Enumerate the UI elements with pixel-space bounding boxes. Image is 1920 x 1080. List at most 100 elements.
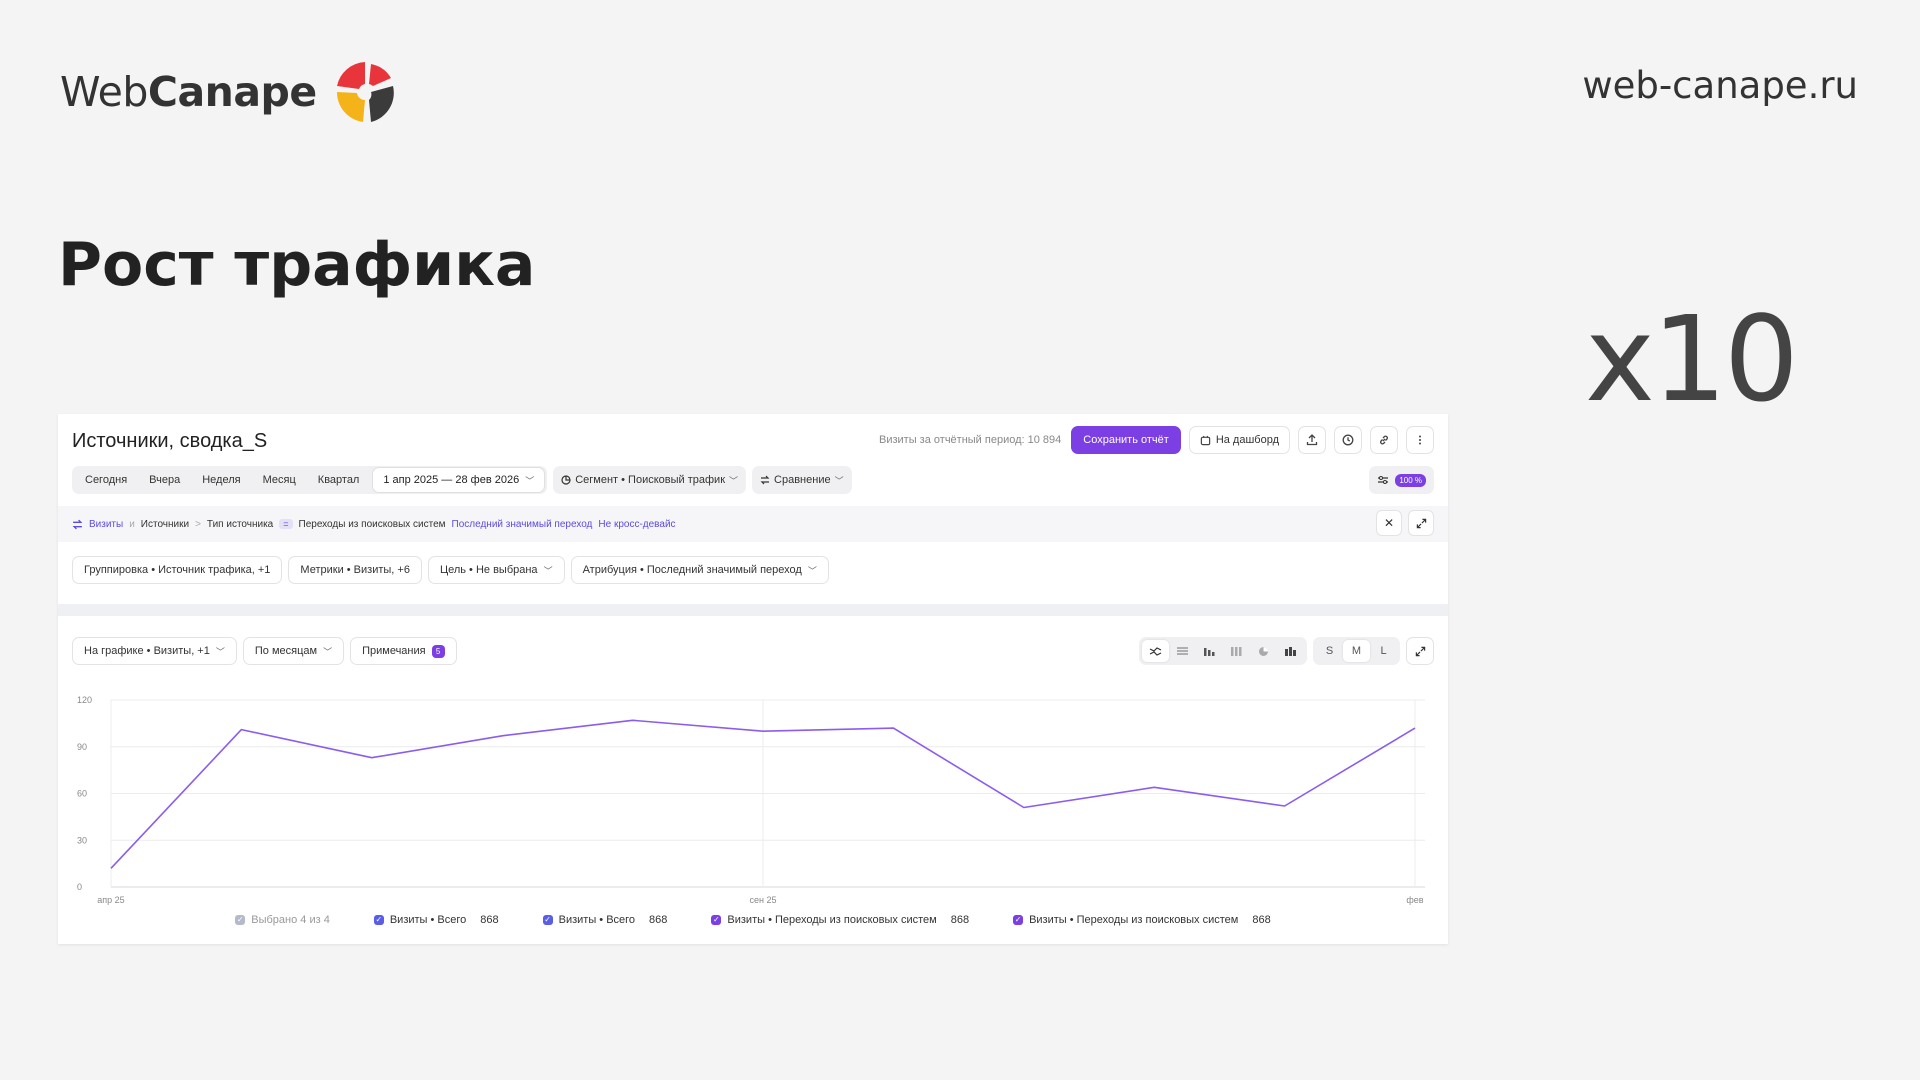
checkbox-icon: ✓ xyxy=(373,915,384,925)
legend-label: Визиты • Всего xyxy=(558,914,636,926)
chart-type-pie[interactable] xyxy=(1250,640,1277,662)
logo-text-canape: Canape xyxy=(147,68,317,116)
period-row: Сегодня Вчера Неделя Месяц Квартал 1 апр… xyxy=(72,466,852,494)
history-button[interactable] xyxy=(1334,426,1362,454)
size-l-button[interactable]: L xyxy=(1370,640,1397,662)
period-yesterday[interactable]: Вчера xyxy=(138,474,191,486)
expand-icon xyxy=(1416,518,1426,528)
bar-chart-icon xyxy=(1204,647,1215,656)
save-report-button[interactable]: Сохранить отчёт xyxy=(1071,426,1181,454)
chevron-down-icon: ﹀ xyxy=(543,565,553,576)
date-range-picker[interactable]: 1 апр 2025 — 28 фев 2026 ﹀ xyxy=(372,467,546,493)
breadcrumb-visits[interactable]: Визиты xyxy=(89,519,123,530)
logo-wordmark: WebCanape xyxy=(60,68,317,116)
site-url: web-canape.ru xyxy=(1582,64,1858,107)
date-range-label: 1 апр 2025 — 28 фев 2026 xyxy=(383,474,520,486)
legend-item[interactable]: ✓ Визиты • Переходы из поисковых систем … xyxy=(711,914,969,926)
breadcrumb-device[interactable]: Не кросс-девайс xyxy=(598,519,675,530)
chart-legend: ✓ Выбрано 4 из 4 ✓ Визиты • Всего 868 ✓ … xyxy=(58,914,1448,926)
report-settings-row: Группировка • Источник трафика, +1 Метри… xyxy=(72,556,829,584)
grouping-selector[interactable]: Группировка • Источник трафика, +1 xyxy=(72,556,283,584)
segment-selector[interactable]: Сегмент • Поисковый трафик ﹀ xyxy=(553,466,747,494)
y-tick-label: 60 xyxy=(77,789,87,799)
visits-note: Визиты за отчётный период: 10 894 xyxy=(879,434,1062,446)
goal-selector[interactable]: Цель • Не выбрана ﹀ xyxy=(427,556,565,584)
copy-link-button[interactable] xyxy=(1370,426,1398,454)
expand-filter-button[interactable] xyxy=(1408,510,1434,536)
compare-icon xyxy=(760,475,770,485)
legend-item[interactable]: ✓ Визиты • Всего 868 xyxy=(542,914,667,926)
dashboard-icon xyxy=(1200,435,1211,445)
breadcrumb-attribution[interactable]: Последний значимый переход xyxy=(452,519,593,530)
more-button[interactable] xyxy=(1406,426,1434,454)
size-m-button[interactable]: M xyxy=(1343,640,1370,662)
export-button[interactable] xyxy=(1298,426,1326,454)
legend-value: 868 xyxy=(480,914,499,926)
breadcrumb-actions: ✕ xyxy=(1376,510,1434,536)
sampling-settings[interactable]: 100 % xyxy=(1369,466,1434,494)
chart-metrics-selector[interactable]: На графике • Визиты, +1 ﹀ xyxy=(72,637,237,665)
period-month[interactable]: Месяц xyxy=(252,474,307,486)
breadcrumb-value: Переходы из поисковых систем xyxy=(298,518,446,530)
size-s-button[interactable]: S xyxy=(1316,640,1343,662)
sampling-badge: 100 % xyxy=(1395,473,1426,487)
detail-period-label: По месяцам xyxy=(254,645,318,657)
y-tick-label: 0 xyxy=(77,882,82,892)
sliders-icon xyxy=(1378,476,1389,484)
logo-mark-icon xyxy=(336,62,394,122)
breadcrumb-equals: = xyxy=(279,519,293,529)
chart-size-group: S M L xyxy=(1313,637,1400,665)
chart-type-group xyxy=(1139,637,1307,665)
breadcrumb-source-type[interactable]: Тип источника xyxy=(207,519,273,530)
segment-label: Сегмент • Поисковый трафик xyxy=(575,474,726,486)
checkbox-icon: ✓ xyxy=(235,915,246,925)
legend-item[interactable]: ✓ Визиты • Всего 868 xyxy=(373,914,499,926)
notes-button[interactable]: Примечания 5 xyxy=(350,637,457,665)
y-tick-label: 30 xyxy=(77,835,87,845)
chart-type-area[interactable] xyxy=(1169,640,1196,662)
breadcrumb-sources[interactable]: Источники xyxy=(141,519,189,530)
chart-controls: На графике • Визиты, +1 ﹀ По месяцам ﹀ П… xyxy=(72,637,457,665)
chart-type-line[interactable] xyxy=(1142,640,1169,662)
period-quarter[interactable]: Квартал xyxy=(307,474,371,486)
attribution-selector[interactable]: Атрибуция • Последний значимый переход ﹀ xyxy=(570,556,829,584)
legend-label: Визиты • Переходы из поисковых систем xyxy=(1029,914,1239,926)
breadcrumb-conjunction: и xyxy=(129,518,135,530)
report-panel: Источники, сводка_S Визиты за отчётный п… xyxy=(58,414,1448,944)
metrics-selector[interactable]: Метрики • Визиты, +6 xyxy=(288,556,422,584)
chart-type-stacked[interactable] xyxy=(1223,640,1250,662)
upload-icon xyxy=(1306,434,1318,446)
detail-period-selector[interactable]: По месяцам ﹀ xyxy=(242,637,345,665)
notes-counter: 5 xyxy=(431,644,445,658)
legend-value: 868 xyxy=(950,914,970,926)
chart-type-column[interactable] xyxy=(1277,640,1304,662)
legend-item[interactable]: ✓ Визиты • Переходы из поисковых систем … xyxy=(1013,914,1271,926)
x-tick-label: сен 25 xyxy=(750,895,777,905)
legend-label: Визиты • Переходы из поисковых систем xyxy=(727,914,937,926)
checkbox-icon: ✓ xyxy=(542,915,553,925)
y-tick-label: 90 xyxy=(77,742,87,752)
checkbox-icon: ✓ xyxy=(711,915,722,925)
comparison-selector[interactable]: Сравнение ﹀ xyxy=(752,466,852,494)
visits-line-chart: 0 30 60 90 120 апр 25 сен 25 фев xyxy=(77,695,1425,905)
chart-type-bar[interactable] xyxy=(1196,640,1223,662)
period-today[interactable]: Сегодня xyxy=(74,474,138,486)
fullscreen-chart-button[interactable] xyxy=(1406,637,1434,665)
report-title: Источники, сводка_S xyxy=(72,430,268,452)
pie-icon xyxy=(561,475,571,485)
section-divider xyxy=(58,604,1448,616)
more-vertical-icon xyxy=(1419,435,1421,445)
clear-filter-button[interactable]: ✕ xyxy=(1376,510,1402,536)
legend-selected-label: Выбрано 4 из 4 xyxy=(251,914,330,926)
chevron-down-icon: ﹀ xyxy=(323,646,333,657)
collapse-icon xyxy=(1415,646,1425,656)
period-week[interactable]: Неделя xyxy=(191,474,251,486)
chevron-down-icon: ﹀ xyxy=(729,475,739,486)
chevron-down-icon: ﹀ xyxy=(807,565,817,576)
chart-view-controls: S M L xyxy=(1139,637,1434,665)
dashboard-button[interactable]: На дашборд xyxy=(1188,426,1290,454)
line-chart-icon xyxy=(1149,646,1162,656)
report-toolbar: Визиты за отчётный период: 10 894 Сохран… xyxy=(879,426,1434,454)
legend-selected-all[interactable]: ✓ Выбрано 4 из 4 xyxy=(235,914,330,926)
notes-label: Примечания xyxy=(362,645,426,657)
